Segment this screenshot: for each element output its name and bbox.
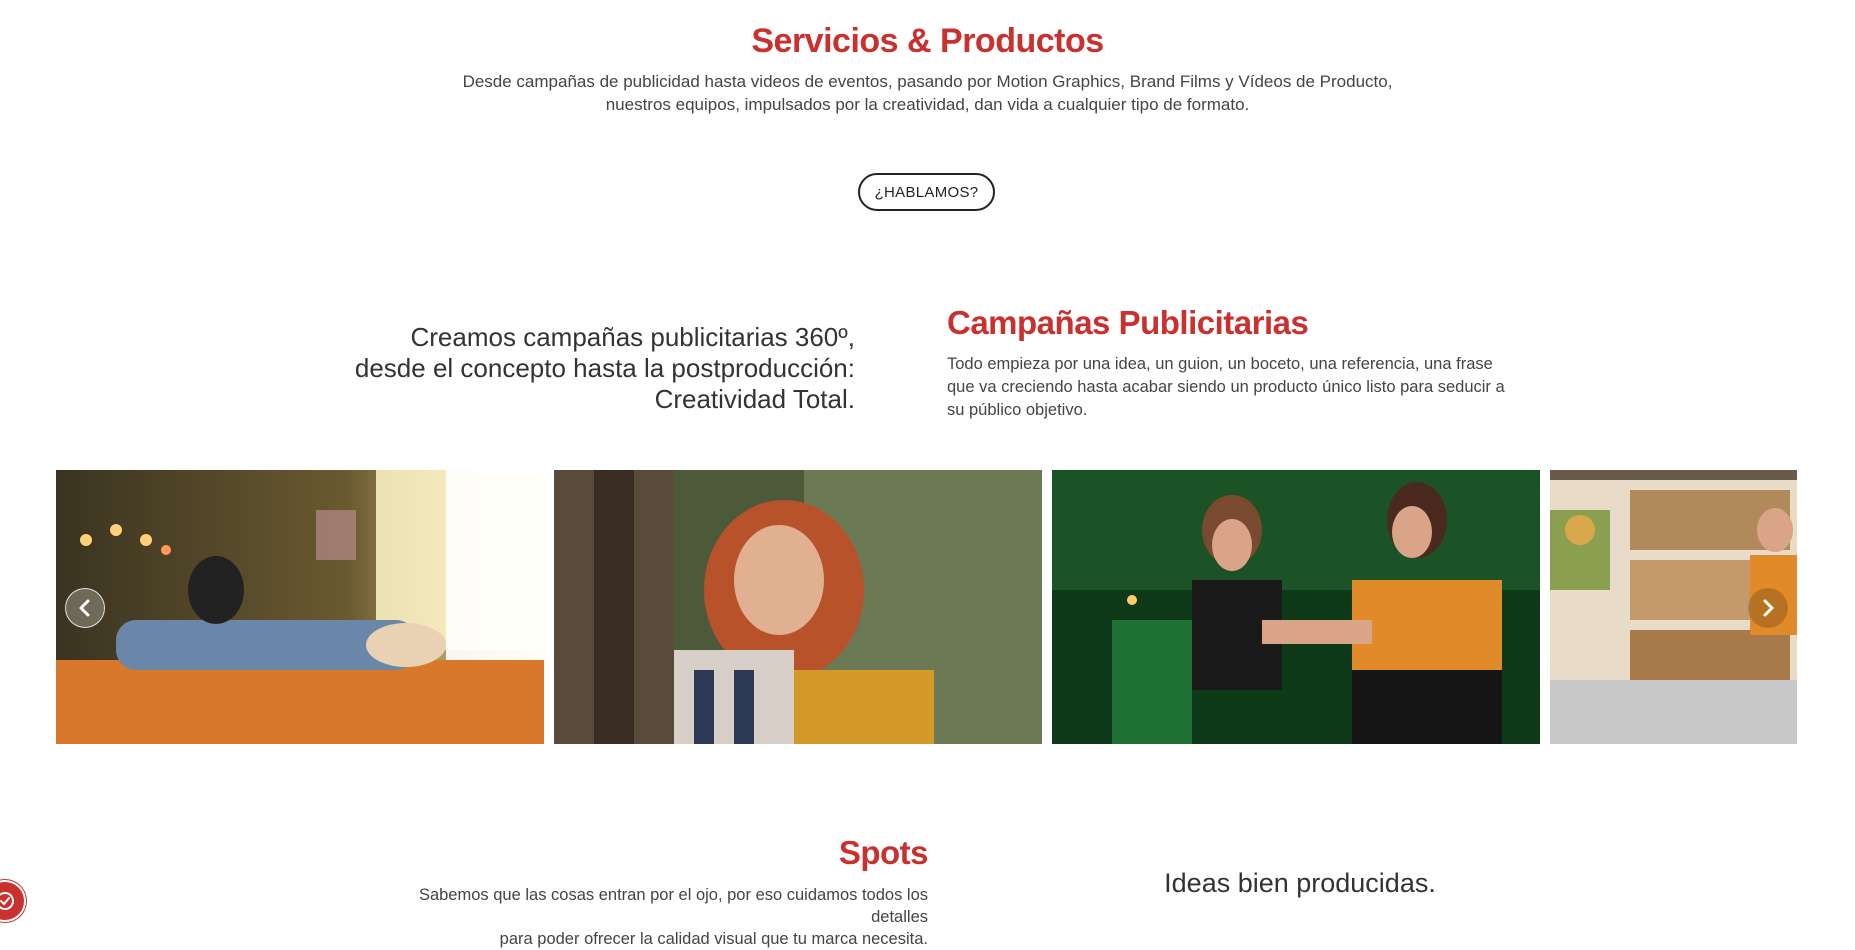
- hablamos-button[interactable]: ¿HABLAMOS?: [858, 173, 995, 211]
- forest-scene-image: [554, 470, 1042, 744]
- spots-description-line: para poder ofrecer la calidad visual que…: [499, 930, 928, 948]
- spots-tagline: Ideas bien producidas.: [1164, 868, 1436, 898]
- carousel-slide-bedroom[interactable]: [56, 470, 544, 744]
- tattoo-studio-scene-image: [1052, 470, 1540, 744]
- carousel-prev-button[interactable]: [65, 588, 105, 628]
- tagline-line: Creamos campañas publicitarias 360º,: [410, 322, 856, 352]
- tagline-line: desde el concepto hasta la postproducció…: [354, 353, 855, 383]
- services-title: Servicios & Productos: [751, 22, 1104, 60]
- campaigns-tagline: Creamos campañas publicitarias 360º, des…: [340, 322, 855, 415]
- bedroom-scene-image: [56, 470, 544, 744]
- campaigns-description: Todo empieza por una idea, un guion, un …: [947, 355, 1505, 419]
- services-description: Desde campañas de publicidad hasta video…: [462, 72, 1393, 114]
- carousel-slide-forest[interactable]: [554, 470, 1042, 744]
- chevron-left-icon: [79, 599, 90, 617]
- spots-description-line: Sabemos que las cosas entran por el ojo,…: [418, 886, 928, 926]
- spots-title: Spots: [838, 834, 929, 871]
- carousel-slide-tattoo-studio[interactable]: [1052, 470, 1540, 744]
- recaptcha-badge[interactable]: [0, 880, 26, 922]
- tagline-line: Creatividad Total.: [654, 384, 855, 414]
- check-shield-icon: [0, 892, 14, 910]
- image-carousel[interactable]: [56, 470, 1797, 744]
- carousel-next-button[interactable]: [1748, 588, 1788, 628]
- chevron-right-icon: [1763, 599, 1774, 617]
- spots-description: Sabemos que las cosas entran por el ojo,…: [380, 884, 928, 950]
- campaigns-title: Campañas Publicitarias: [947, 304, 1309, 341]
